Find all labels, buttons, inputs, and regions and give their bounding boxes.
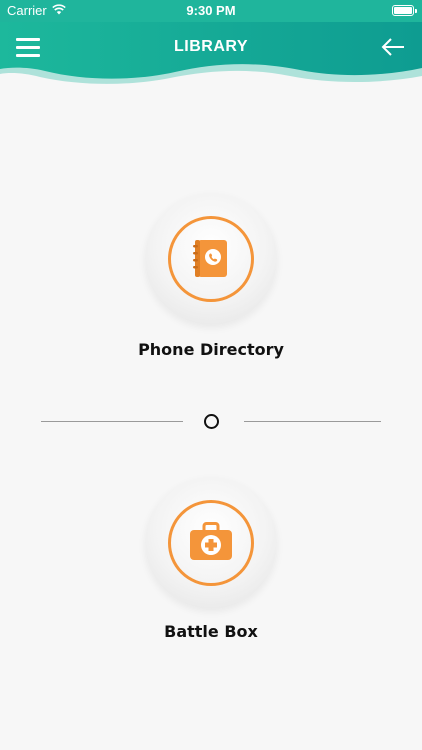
status-time: 9:30 PM (186, 3, 236, 18)
status-bar: Carrier 9:30 PM (0, 0, 422, 22)
circle-icon (204, 414, 219, 429)
page-title: LIBRARY (173, 38, 248, 55)
divider-line-left (41, 421, 183, 422)
phone-directory-button[interactable] (145, 193, 277, 325)
battle-box-label[interactable]: Battle Box (0, 622, 422, 641)
battle-box-button[interactable] (145, 477, 277, 609)
first-aid-kit-icon (168, 500, 254, 586)
divider-line-right (244, 421, 381, 422)
phone-directory-label[interactable]: Phone Directory (0, 340, 422, 359)
battery-icon (392, 5, 417, 16)
back-arrow-icon[interactable] (380, 36, 406, 58)
phone-book-icon (168, 216, 254, 302)
